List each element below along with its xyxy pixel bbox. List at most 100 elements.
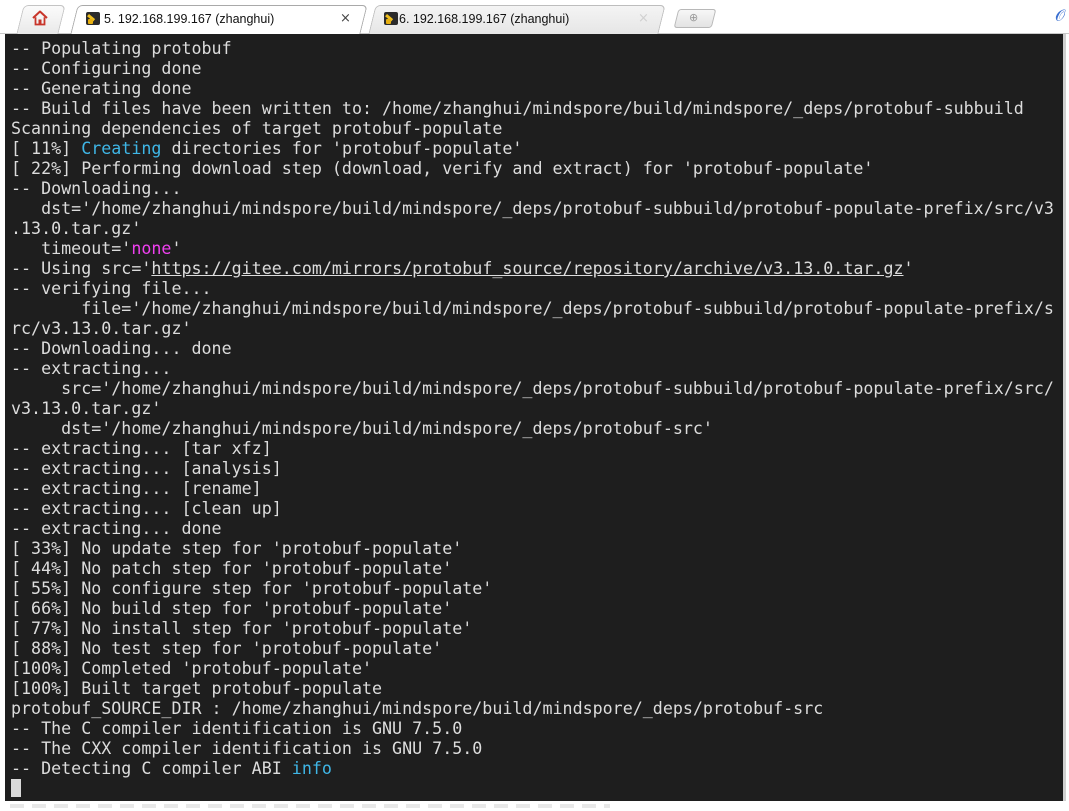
tab-session-5[interactable]: 5. 192.168.199.167 (zhanghui) × [70, 5, 368, 34]
terminal-text: timeout=' [11, 239, 132, 258]
terminal-line: -- Generating done [11, 79, 1054, 99]
terminal-screen[interactable]: -- Populating protobuf -- Configuring don… [5, 34, 1066, 801]
terminal-line: -- Detecting C compiler ABI info [11, 759, 1054, 779]
terminal-line: dst='/home/zhanghui/mindspore/build/mind… [11, 199, 1054, 219]
terminal-line: .13.0.tar.gz' [11, 219, 1054, 239]
terminal-output: -- Populating protobuf -- Configuring don… [11, 39, 1054, 779]
terminal-line: [ 11%] Creating directories for 'protobu… [11, 139, 1054, 159]
terminal-line: -- Downloading... done [11, 339, 1054, 359]
close-icon[interactable]: × [638, 11, 649, 26]
terminal-line: -- Configuring done [11, 59, 1054, 79]
terminal-line: -- verifying file... [11, 279, 1054, 299]
terminal-link[interactable]: https://gitee.com/mirrors/protobuf_sourc… [151, 259, 903, 278]
terminal-line: -- Populating protobuf [11, 39, 1054, 59]
terminal-line: timeout='none' [11, 239, 1054, 259]
terminal-text: -- Configuring done [11, 59, 202, 78]
terminal-line: [ 33%] No update step for 'protobuf-popu… [11, 539, 1054, 559]
terminal-line: [ 22%] Performing download step (downloa… [11, 159, 1054, 179]
terminal-line: [ 77%] No install step for 'protobuf-pop… [11, 619, 1054, 639]
terminal-text: protobuf_SOURCE_DIR : /home/zhanghui/min… [11, 699, 824, 718]
home-icon[interactable] [31, 9, 49, 27]
terminal-line: rc/v3.13.0.tar.gz' [11, 319, 1054, 339]
terminal-line: protobuf_SOURCE_DIR : /home/zhanghui/min… [11, 699, 1054, 719]
terminal-text: v3.13.0.tar.gz' [11, 399, 162, 418]
terminal-line: file='/home/zhanghui/mindspore/build/min… [11, 299, 1054, 319]
tab-title: 6. 192.168.199.167 (zhanghui) [399, 12, 570, 26]
terminal-line: [ 88%] No test step for 'protobuf-popula… [11, 639, 1054, 659]
terminal-text: dst='/home/zhanghui/mindspore/build/mind… [11, 199, 1054, 218]
terminal-text: -- Detecting C compiler ABI [11, 759, 292, 778]
terminal-text: file='/home/zhanghui/mindspore/build/min… [11, 299, 1054, 318]
terminal-text: -- Populating protobuf [11, 39, 232, 58]
terminal-line: -- The CXX compiler identification is GN… [11, 739, 1054, 759]
paperclip-icon[interactable]: 𝒪 [1055, 6, 1065, 26]
terminal-text: ' [903, 259, 914, 278]
plus-icon[interactable]: ⊕ [689, 11, 698, 24]
terminal-text: -- extracting... [analysis] [11, 459, 282, 478]
terminal-text: dst='/home/zhanghui/mindspore/build/mind… [11, 419, 713, 438]
terminal-line: [100%] Completed 'protobuf-populate' [11, 659, 1054, 679]
terminal-text: ' [171, 239, 182, 258]
terminal-text: -- extracting... [rename] [11, 479, 262, 498]
terminal-text: [100%] Completed 'protobuf-populate' [11, 659, 373, 678]
terminal-cursor [11, 779, 21, 797]
terminal-line: -- extracting... [11, 359, 1054, 379]
terminal-text: [100%] Built target protobuf-populate [11, 679, 383, 698]
status-strip [0, 801, 1069, 811]
terminal-text: [ 55%] No configure step for 'protobuf-p… [11, 579, 493, 598]
terminal-line: -- The C compiler identification is GNU … [11, 719, 1054, 739]
terminal-line: -- extracting... [rename] [11, 479, 1054, 499]
terminal-line: [ 66%] No build step for 'protobuf-popul… [11, 599, 1054, 619]
terminal-line: -- Using src='https://gitee.com/mirrors/… [11, 259, 1054, 279]
terminal-panel[interactable]: -- Populating protobuf -- Configuring don… [0, 34, 1069, 801]
terminal-line: -- extracting... [clean up] [11, 499, 1054, 519]
terminal-line: [100%] Built target protobuf-populate [11, 679, 1054, 699]
terminal-line: -- extracting... [tar xfz] [11, 439, 1054, 459]
terminal-text: Creating [81, 139, 162, 158]
terminal-line: src='/home/zhanghui/mindspore/build/mind… [11, 379, 1054, 399]
terminal-text: -- Generating done [11, 79, 192, 98]
terminal-text: info [291, 759, 332, 778]
terminal-text: [ 77%] No install step for 'protobuf-pop… [11, 619, 473, 638]
terminal-text: Scanning dependencies of target protobuf… [11, 119, 503, 138]
terminal-line: -- Build files have been written to: /ho… [11, 99, 1054, 119]
terminal-text: -- verifying file... [11, 279, 212, 298]
terminal-icon [384, 12, 398, 25]
tab-title: 5. 192.168.199.167 (zhanghui) [104, 12, 275, 26]
terminal-line: Scanning dependencies of target protobuf… [11, 119, 1054, 139]
terminal-text: [ 88%] No test step for 'protobuf-popula… [11, 639, 443, 658]
terminal-line: dst='/home/zhanghui/mindspore/build/mind… [11, 419, 1054, 439]
terminal-text: -- extracting... [clean up] [11, 499, 282, 518]
terminal-line: [ 44%] No patch step for 'protobuf-popul… [11, 559, 1054, 579]
terminal-text: -- Using src=' [11, 259, 152, 278]
terminal-text: .13.0.tar.gz' [11, 219, 142, 238]
terminal-line: -- Downloading... [11, 179, 1054, 199]
terminal-text: [ 44%] No patch step for 'protobuf-popul… [11, 559, 453, 578]
terminal-text: none [131, 239, 172, 258]
terminal-text: rc/v3.13.0.tar.gz' [11, 319, 192, 338]
terminal-text: directories for 'protobuf-populate' [161, 139, 523, 158]
terminal-text: [ 11%] [11, 139, 82, 158]
terminal-text: [ 22%] Performing download step (downloa… [11, 159, 874, 178]
terminal-icon [86, 12, 100, 25]
terminal-text: [ 66%] No build step for 'protobuf-popul… [11, 599, 453, 618]
tab-bar: 5. 192.168.199.167 (zhanghui) × 6. 192.1… [0, 0, 1069, 34]
terminal-text: -- extracting... done [11, 519, 222, 538]
terminal-text: -- Downloading... done [11, 339, 232, 358]
terminal-text: [ 33%] No update step for 'protobuf-popu… [11, 539, 463, 558]
terminal-line: [ 55%] No configure step for 'protobuf-p… [11, 579, 1054, 599]
terminal-text: -- Downloading... [11, 179, 182, 198]
terminal-text: -- The C compiler identification is GNU … [11, 719, 463, 738]
terminal-text: -- The CXX compiler identification is GN… [11, 739, 483, 758]
status-strip-text [10, 804, 610, 808]
terminal-text: -- extracting... [11, 359, 172, 378]
terminal-text: -- Build files have been written to: /ho… [11, 99, 1024, 118]
close-icon[interactable]: × [340, 11, 351, 26]
terminal-line: -- extracting... [analysis] [11, 459, 1054, 479]
app-window: 5. 192.168.199.167 (zhanghui) × 6. 192.1… [0, 0, 1069, 811]
terminal-text: -- extracting... [tar xfz] [11, 439, 272, 458]
tab-session-6[interactable]: 6. 192.168.199.167 (zhanghui) × [368, 5, 666, 34]
terminal-text: src='/home/zhanghui/mindspore/build/mind… [11, 379, 1054, 398]
terminal-line: v3.13.0.tar.gz' [11, 399, 1054, 419]
terminal-line: -- extracting... done [11, 519, 1054, 539]
